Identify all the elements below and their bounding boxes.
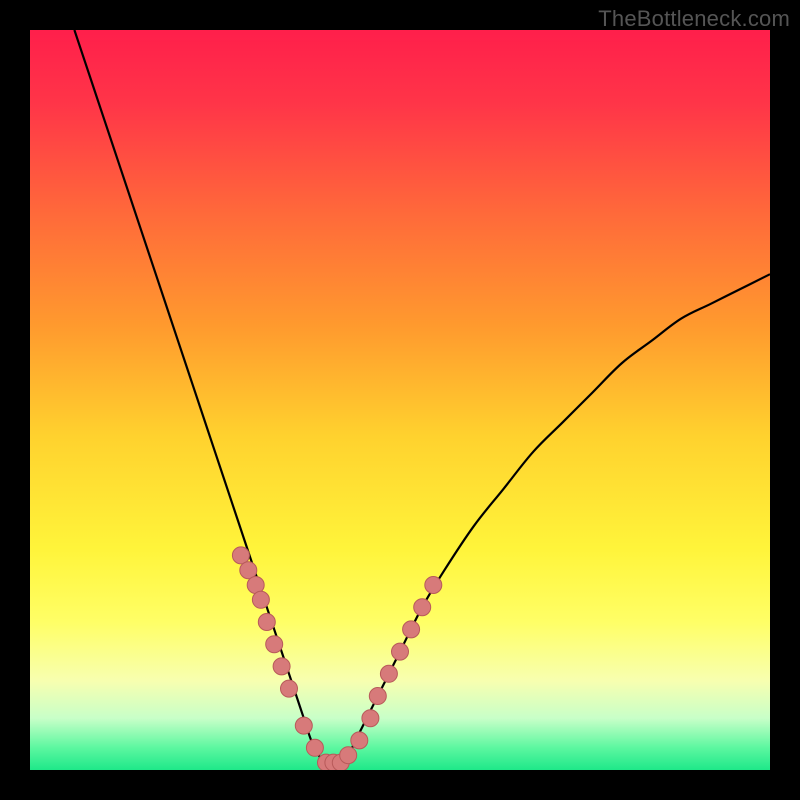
marker-point <box>258 614 275 631</box>
marker-point <box>369 688 386 705</box>
marker-point <box>266 636 283 653</box>
marker-point <box>362 710 379 727</box>
marker-point <box>295 717 312 734</box>
marker-point <box>281 680 298 697</box>
marker-point <box>403 621 420 638</box>
marker-point <box>380 665 397 682</box>
marker-point <box>252 591 269 608</box>
marker-point <box>425 577 442 594</box>
marker-point <box>351 732 368 749</box>
marker-point <box>306 739 323 756</box>
watermark-text: TheBottleneck.com <box>598 6 790 32</box>
chart-frame: TheBottleneck.com <box>0 0 800 800</box>
plot-area <box>30 30 770 770</box>
marker-point <box>414 599 431 616</box>
marker-point <box>392 643 409 660</box>
marker-point <box>340 747 357 764</box>
chart-svg <box>30 30 770 770</box>
marker-point <box>273 658 290 675</box>
